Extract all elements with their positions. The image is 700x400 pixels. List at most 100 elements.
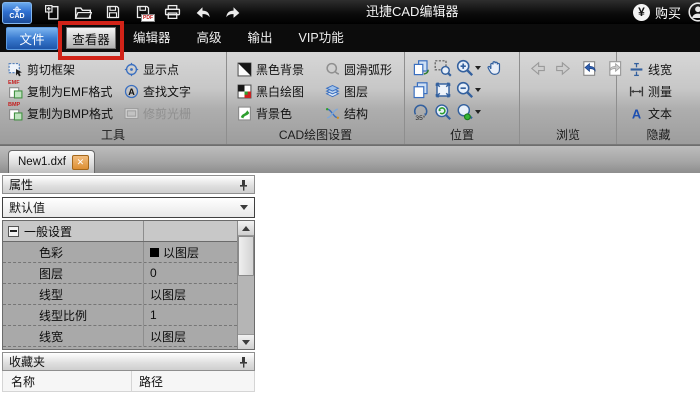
bg-color-button[interactable]: 背景色 [237, 102, 325, 124]
cad-logo-icon[interactable]: CAD [2, 2, 32, 24]
smooth-arc-button[interactable]: 圆滑弧形 [325, 58, 392, 80]
zoom-refresh-button[interactable] [432, 102, 454, 122]
properties-title: 属性 [9, 176, 33, 193]
properties-scrollbar[interactable] [237, 221, 254, 349]
buy-button[interactable]: ¥ 购买 [633, 3, 681, 22]
copy-emf-label: 复制为EMF格式 [27, 83, 112, 100]
measure-button[interactable]: 测量 [629, 80, 672, 102]
preset-dropdown[interactable]: 默认值 [2, 197, 255, 218]
open-file-button[interactable] [72, 2, 93, 22]
left-panel: 属性 默认值 一般设置 [2, 175, 255, 392]
favorites-panel-header: 收藏夹 [2, 352, 255, 371]
black-bg-button[interactable]: 黑色背景 [237, 58, 325, 80]
structure-button[interactable]: 结构 [325, 102, 392, 124]
favorites-column-path[interactable]: 路径 [131, 371, 254, 391]
zoom-out-dropdown-icon[interactable] [475, 88, 481, 92]
scroll-up-button[interactable] [238, 221, 254, 236]
measure-icon [629, 84, 644, 99]
workspace: 属性 默认值 一般设置 [0, 173, 700, 400]
structure-icon [325, 106, 340, 121]
smooth-arc-icon [325, 62, 340, 77]
tab-label: New1.dxf [18, 156, 66, 168]
save-button[interactable] [102, 2, 123, 22]
layers-button[interactable]: 图层 [325, 80, 392, 102]
pan-button[interactable] [485, 58, 507, 78]
preset-value: 默认值 [9, 199, 45, 216]
property-value[interactable]: 以图层 [143, 242, 237, 262]
find-text-button[interactable]: A 查找文字 [124, 80, 191, 102]
menu-output[interactable]: 输出 [235, 24, 286, 52]
ribbon-group-drawing: 黑色背景 黑白绘图 [227, 52, 405, 144]
layers-icon [325, 84, 340, 99]
show-points-label: 显示点 [143, 61, 179, 78]
svg-text:A: A [128, 86, 135, 96]
black-bg-icon [237, 62, 252, 77]
copy-bmp-button[interactable]: BMP 复制为BMP格式 [8, 102, 124, 124]
text-button[interactable]: A 文本 [629, 102, 672, 124]
property-value[interactable]: 以图层 [143, 326, 237, 346]
document-tab[interactable]: New1.dxf ✕ [8, 150, 95, 173]
bw-drawing-button[interactable]: 黑白绘图 [237, 80, 325, 102]
property-group-row[interactable]: 一般设置 [3, 221, 237, 242]
property-value[interactable]: 以图层 [143, 284, 237, 304]
menu-advanced[interactable]: 高级 [184, 24, 235, 52]
property-value[interactable]: 0 [143, 263, 237, 283]
menu-vip[interactable]: VIP功能 [286, 24, 357, 52]
zoom-selection-dropdown-icon[interactable] [475, 110, 481, 114]
zoom-selection-button[interactable] [454, 102, 485, 122]
crosshair-glyph [11, 6, 23, 13]
menu-file[interactable]: 文件 [6, 27, 58, 50]
ribbon-group-browse: 浏览 [520, 52, 617, 144]
find-text-label: 查找文字 [143, 83, 191, 100]
black-bg-label: 黑色背景 [256, 61, 304, 78]
copy-bmp-icon: BMP [8, 106, 23, 121]
rotate-pages-icon [412, 59, 430, 77]
forward-button [553, 58, 574, 78]
scrollbar-thumb[interactable] [238, 236, 254, 276]
collapse-icon[interactable] [8, 226, 19, 237]
fit-screen-button[interactable] [432, 80, 454, 100]
measure-label: 测量 [648, 83, 672, 100]
trim-raster-icon [124, 106, 139, 121]
tab-close-button[interactable]: ✕ [72, 155, 89, 170]
pin-icon[interactable] [238, 179, 249, 191]
group-label-hide: 隐藏 [617, 126, 700, 143]
new-file-button[interactable] [42, 2, 63, 22]
line-width-button[interactable]: 线宽 [629, 58, 672, 80]
zoom-in-dropdown-icon[interactable] [475, 66, 481, 70]
zoom-window-button[interactable] [432, 58, 454, 78]
bmp-badge: BMP [8, 102, 20, 108]
copy-emf-icon: EMF [8, 84, 23, 99]
pin-icon[interactable] [238, 356, 249, 368]
scroll-down-button[interactable] [238, 334, 254, 349]
undo-icon [194, 4, 212, 20]
svg-text:35°: 35° [415, 114, 425, 121]
ribbon-group-tools: 剪切框架 EMF 复制为EMF格式 [0, 52, 227, 144]
property-value[interactable]: 1 [143, 305, 237, 325]
new-file-icon [44, 4, 61, 21]
zoom-refresh-icon [434, 103, 452, 121]
redo-button[interactable] [222, 2, 243, 22]
ribbon-group-position: 35° [405, 52, 520, 144]
copy-view-button[interactable] [410, 80, 432, 100]
menu-editor[interactable]: 编辑器 [120, 24, 184, 52]
emf-badge: EMF [8, 80, 20, 86]
pdf-badge: PDF [141, 14, 155, 22]
undo-button[interactable] [192, 2, 213, 22]
clip-frame-button[interactable]: 剪切框架 [8, 58, 124, 80]
zoom-in-button[interactable] [454, 58, 485, 78]
quick-toolbar: PDF [42, 2, 243, 22]
previous-view-button[interactable] [579, 58, 600, 78]
rotate-angle-button[interactable]: 35° [410, 102, 432, 122]
zoom-out-button[interactable] [454, 80, 485, 100]
account-button[interactable] [687, 2, 700, 22]
clip-frame-label: 剪切框架 [27, 61, 75, 78]
save-as-pdf-button[interactable]: PDF [132, 2, 153, 22]
show-points-button[interactable]: 显示点 [124, 58, 191, 80]
rotate-view-button[interactable] [410, 58, 432, 78]
menu-viewer[interactable]: 查看器 [66, 27, 116, 49]
back-arrow-icon [529, 60, 546, 77]
favorites-column-name[interactable]: 名称 [3, 371, 131, 391]
copy-emf-button[interactable]: EMF 复制为EMF格式 [8, 80, 124, 102]
print-button[interactable] [162, 2, 183, 22]
